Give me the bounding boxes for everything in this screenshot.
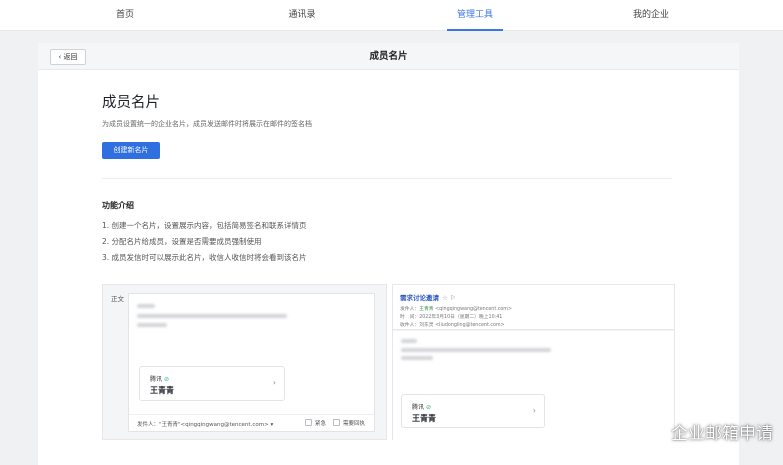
wechat-icon [639, 421, 664, 441]
watermark-text: 企业邮箱申请 [671, 423, 773, 444]
features-title: 功能介绍 [102, 201, 134, 210]
compose-footer: 发件人："王青青"<qingqingwang@tencent.com> ▾ 紧急… [129, 414, 374, 431]
mail-sender: 发件人：王青青 <qingqingwang@tencent.com> [400, 307, 513, 312]
compose-preview: 正文 腾讯 ⊘ 王青青 › 发件人："王青青"<qingqingwang@tenc… [102, 284, 387, 440]
received-mail-preview: 需求讨论邀请 ☆ ⚐ 发件人：王青青 <qingqingwang@tencent.… [392, 284, 675, 440]
mail-header: 需求讨论邀请 ☆ ⚐ 发件人：王青青 <qingqingwang@tencent.… [393, 285, 674, 330]
caret-down-icon: ▾ [270, 422, 274, 428]
card-person-name: 王青青 [412, 414, 436, 423]
urgent-checkbox[interactable] [305, 419, 312, 426]
urgent-label: 紧急 [315, 421, 327, 427]
star-flag-icon[interactable]: ☆ ⚐ [442, 294, 456, 302]
blurred-text [401, 348, 551, 352]
tab-home[interactable]: 首页 [104, 0, 146, 31]
chevron-right-icon: › [532, 406, 536, 415]
feature-item-3: 3. 成员发信时可以展示此名片，收信人收信时将会看到该名片 [102, 253, 307, 262]
compose-paper: 腾讯 ⊘ 王青青 › 发件人："王青青"<qingqingwang@tencent… [128, 293, 375, 432]
chevron-right-icon: › [272, 378, 276, 387]
watermark: 企业邮箱申请 [639, 416, 773, 446]
feature-item-1: 1. 创建一个名片，设置展示内容，包括简易签名和联系详情页 [102, 221, 307, 230]
section-description: 为成员设置统一的企业名片，成员发送邮件时将展示在邮件的签名档 [102, 120, 312, 128]
card-company: 腾讯 ⊘ [412, 404, 432, 411]
receipt-checkbox[interactable] [333, 419, 340, 426]
business-card[interactable]: 腾讯 ⊘ 王青青 › [139, 366, 285, 401]
sender-select[interactable]: 发件人："王青青"<qingqingwang@tencent.com> ▾ [137, 420, 273, 428]
feature-item-2: 2. 分配名片给成员，设置是否需要成员强制使用 [102, 237, 262, 246]
tab-contacts[interactable]: 通讯录 [280, 0, 324, 31]
blurred-text [137, 304, 155, 308]
verified-icon: ⊘ [426, 404, 432, 411]
create-card-button[interactable]: 创建新名片 [102, 142, 160, 159]
page-title: 成员名片 [369, 51, 408, 62]
mail-subject: 需求讨论邀请 ☆ ⚐ [400, 294, 456, 302]
section-heading: 成员名片 [102, 95, 160, 111]
blurred-text [401, 339, 417, 343]
receipt-label: 需要回执 [343, 421, 366, 427]
tab-management-tools[interactable]: 管理工具 [447, 0, 503, 31]
mail-time: 时 间：2022年3月10日（星期二）晚上10:41 [400, 315, 503, 320]
divider [102, 178, 672, 179]
mail-body: 腾讯 ⊘ 王青青 › [393, 331, 674, 440]
body-label: 正文 [111, 295, 124, 303]
tab-my-enterprise[interactable]: 我的企业 [626, 0, 676, 31]
mail-recipient: 收件人：刘东灵 <liudongling@tencent.com> [400, 323, 505, 328]
card-header: ‹ 返回 成员名片 [38, 43, 739, 70]
card-company: 腾讯 ⊘ [150, 376, 170, 383]
top-navigation: 首页 通讯录 管理工具 我的企业 [0, 0, 783, 31]
business-card[interactable]: 腾讯 ⊘ 王青青 › [401, 394, 545, 428]
content-card: ‹ 返回 成员名片 成员名片 为成员设置统一的企业名片，成员发送邮件时将展示在邮… [38, 43, 739, 465]
verified-icon: ⊘ [164, 376, 170, 383]
blurred-text [401, 356, 433, 360]
card-person-name: 王青青 [150, 386, 174, 395]
blurred-text [137, 323, 167, 327]
blurred-text [137, 314, 287, 318]
